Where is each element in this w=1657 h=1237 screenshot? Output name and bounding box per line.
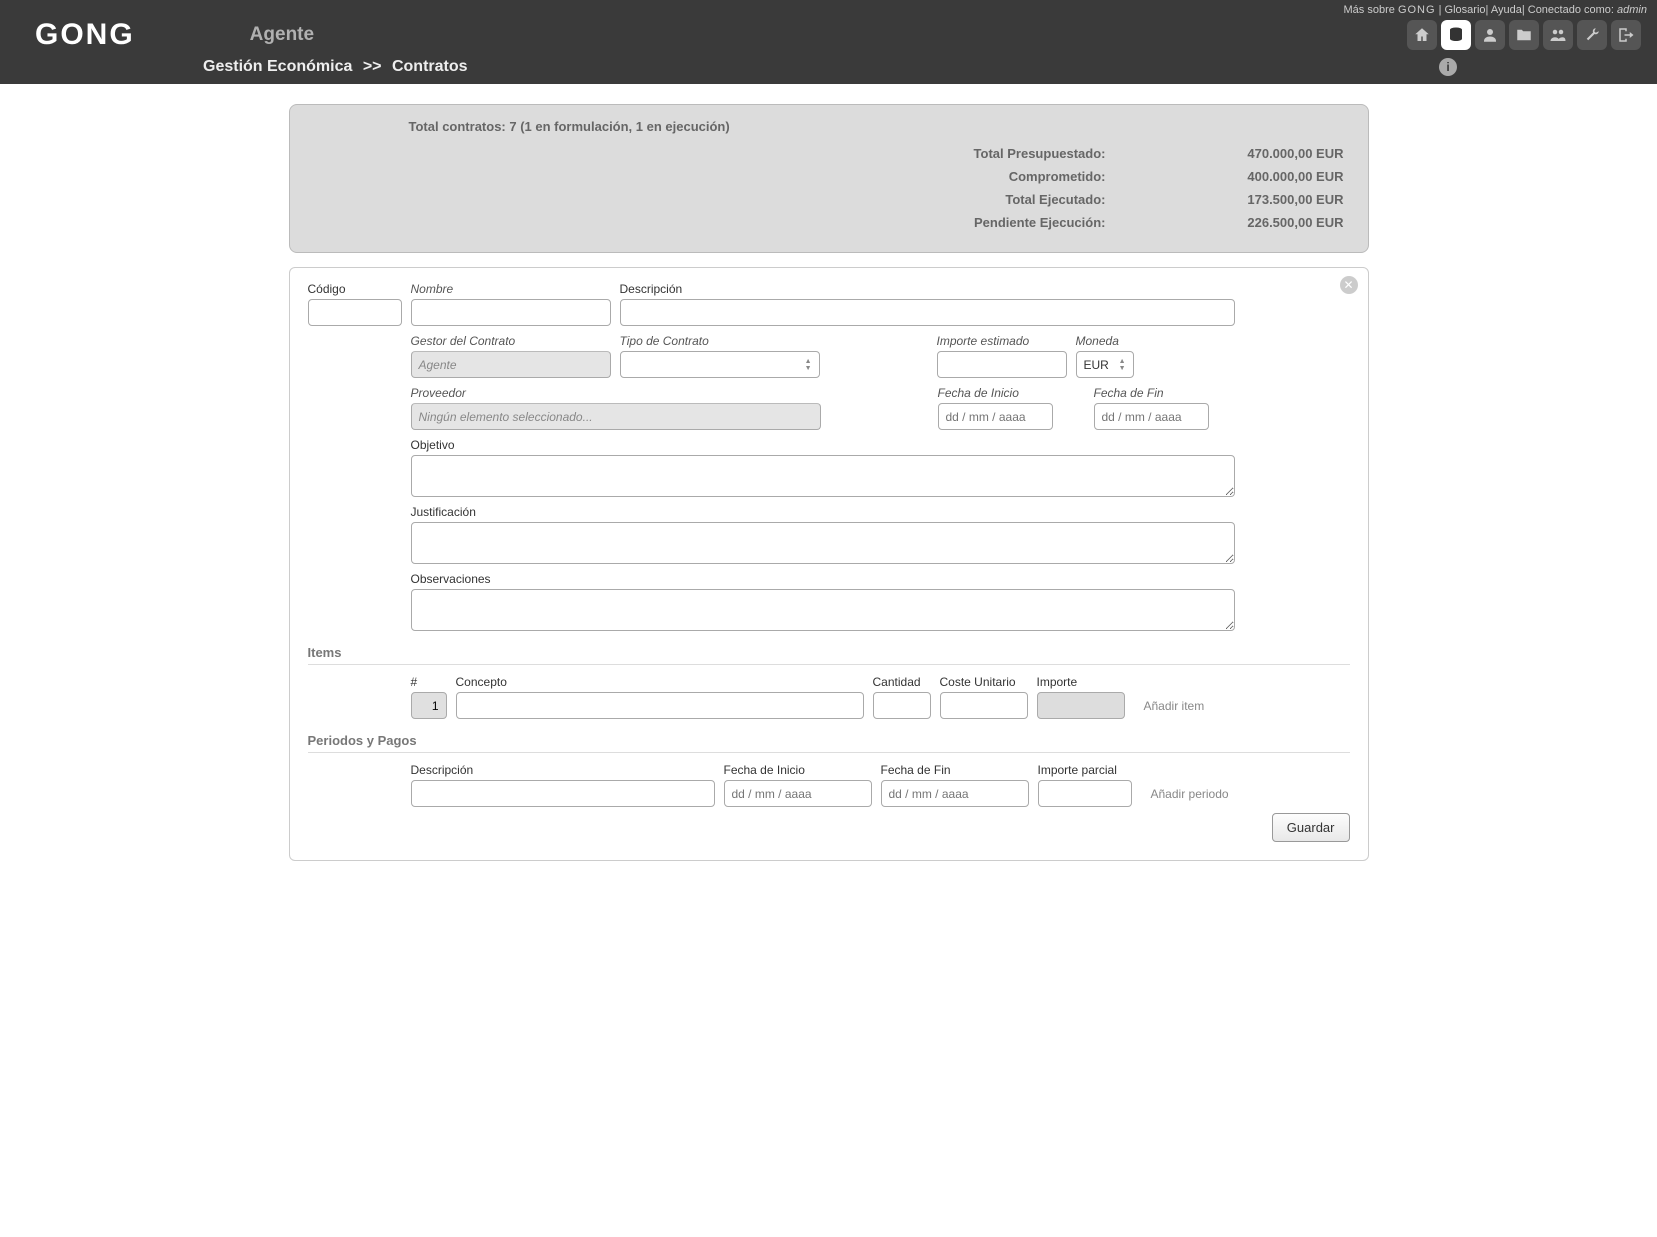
justificacion-label: Justificación	[411, 505, 1235, 519]
periodo-importe-label: Importe parcial	[1038, 763, 1132, 777]
fecha-inicio-label: Fecha de Inicio	[938, 386, 1053, 400]
periodos-row: Descripción Fecha de Inicio Fecha de Fin…	[411, 763, 1350, 807]
info-icon[interactable]: i	[1439, 58, 1457, 76]
items-title: Items	[308, 645, 1350, 660]
ayuda-link[interactable]: Ayuda	[1491, 4, 1522, 16]
add-periodo-link[interactable]: Añadir periodo	[1151, 787, 1229, 801]
items-col-concepto: Concepto	[456, 675, 864, 689]
app-logo: GONG	[35, 18, 135, 52]
objetivo-label: Objetivo	[411, 438, 1235, 452]
items-col-num: #	[411, 675, 447, 689]
exit-icon[interactable]	[1611, 20, 1641, 50]
proveedor-select[interactable]: Ningún elemento seleccionado...	[411, 403, 821, 430]
fecha-fin-input[interactable]	[1094, 403, 1209, 430]
icon-nav	[1407, 20, 1647, 50]
fecha-fin-label: Fecha de Fin	[1094, 386, 1209, 400]
item-coste-input[interactable]	[940, 692, 1028, 719]
database-icon[interactable]	[1441, 20, 1471, 50]
summary-row-presupuestado: Total Presupuestado: 470.000,00 EUR	[314, 142, 1344, 165]
folder-icon[interactable]	[1509, 20, 1539, 50]
glosario-link[interactable]: Glosario	[1445, 4, 1486, 16]
periodo-desc-input[interactable]	[411, 780, 715, 807]
summary-row-comprometido: Comprometido: 400.000,00 EUR	[314, 165, 1344, 188]
summary-box: Total contratos: 7 (1 en formulación, 1 …	[289, 104, 1369, 253]
moneda-label: Moneda	[1076, 334, 1134, 348]
moneda-select[interactable]: EUR ▲▼	[1076, 351, 1134, 378]
form-panel: ✕ Código Nombre Descripción G	[289, 267, 1369, 861]
breadcrumb: Gestión Económica >> Contratos	[203, 58, 468, 76]
wrench-icon[interactable]	[1577, 20, 1607, 50]
mas-sobre-link[interactable]: Más sobre	[1344, 4, 1395, 16]
codigo-label: Código	[308, 282, 402, 296]
items-col-cantidad: Cantidad	[873, 675, 931, 689]
importe-input[interactable]	[937, 351, 1067, 378]
users-icon[interactable]	[1543, 20, 1573, 50]
objetivo-textarea[interactable]	[411, 455, 1235, 497]
breadcrumb-part1[interactable]: Gestión Económica	[203, 58, 352, 75]
item-num-input	[411, 692, 447, 719]
justificacion-textarea[interactable]	[411, 522, 1235, 564]
item-cantidad-input[interactable]	[873, 692, 931, 719]
summary-row-pendiente: Pendiente Ejecución: 226.500,00 EUR	[314, 211, 1344, 234]
proveedor-label: Proveedor	[411, 386, 821, 400]
item-importe-input	[1037, 692, 1125, 719]
items-col-importe: Importe	[1037, 675, 1125, 689]
items-col-coste: Coste Unitario	[940, 675, 1028, 689]
user-icon[interactable]	[1475, 20, 1505, 50]
gestor-input: Agente	[411, 351, 611, 378]
gong-mini: GONG	[1398, 4, 1436, 16]
importe-label: Importe estimado	[937, 334, 1067, 348]
nombre-label: Nombre	[411, 282, 611, 296]
chevron-updown-icon: ▲▼	[805, 358, 812, 372]
nombre-input[interactable]	[411, 299, 611, 326]
descripcion-label: Descripción	[620, 282, 1235, 296]
summary-row-ejecutado: Total Ejecutado: 173.500,00 EUR	[314, 188, 1344, 211]
periodos-title: Periodos y Pagos	[308, 733, 1350, 748]
breadcrumb-part2[interactable]: Contratos	[392, 58, 468, 75]
home-icon[interactable]	[1407, 20, 1437, 50]
add-item-link[interactable]: Añadir item	[1144, 699, 1205, 713]
observaciones-label: Observaciones	[411, 572, 1235, 586]
gestor-label: Gestor del Contrato	[411, 334, 611, 348]
periodo-importe-input[interactable]	[1038, 780, 1132, 807]
item-concepto-input[interactable]	[456, 692, 864, 719]
observaciones-textarea[interactable]	[411, 589, 1235, 631]
items-row: Añadir item	[411, 692, 1350, 719]
periodo-fin-input[interactable]	[881, 780, 1029, 807]
admin-user: admin	[1617, 4, 1647, 16]
summary-title: Total contratos: 7 (1 en formulación, 1 …	[409, 119, 1344, 134]
guardar-button[interactable]: Guardar	[1272, 813, 1350, 842]
descripcion-input[interactable]	[620, 299, 1235, 326]
agente-label: Agente	[250, 24, 314, 46]
codigo-input[interactable]	[308, 299, 402, 326]
fecha-inicio-input[interactable]	[938, 403, 1053, 430]
tipo-select[interactable]: ▲▼	[620, 351, 820, 378]
meta-links: Más sobre GONG | Glosario| Ayuda| Conect…	[1344, 4, 1647, 16]
periodo-inicio-label: Fecha de Inicio	[724, 763, 872, 777]
breadcrumb-sep: >>	[363, 58, 382, 75]
periodo-inicio-input[interactable]	[724, 780, 872, 807]
chevron-updown-icon: ▲▼	[1119, 358, 1126, 372]
periodo-fin-label: Fecha de Fin	[881, 763, 1029, 777]
close-icon[interactable]: ✕	[1340, 276, 1358, 294]
periodo-desc-label: Descripción	[411, 763, 715, 777]
conectado-label: Conectado como:	[1528, 4, 1614, 16]
tipo-label: Tipo de Contrato	[620, 334, 820, 348]
